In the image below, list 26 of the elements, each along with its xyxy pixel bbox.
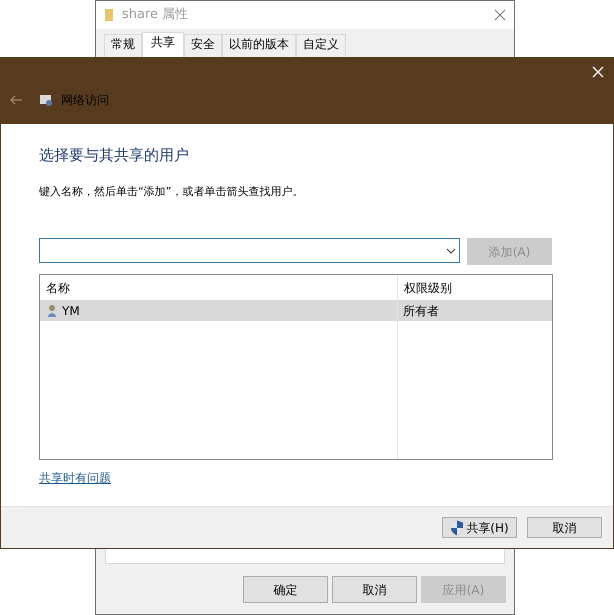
share-button[interactable]: 共享(H) [442, 517, 517, 538]
permission-level: 所有者 [402, 302, 439, 320]
dialog-heading: 选择要与其共享的用户 [39, 145, 190, 166]
tab[interactable]: 安全 [184, 34, 222, 57]
breadcrumb-title: 网络访问 [61, 92, 109, 109]
tab[interactable]: 以前的版本 [222, 34, 296, 57]
tab[interactable]: 自定义 [296, 34, 346, 57]
user-icon [47, 304, 57, 318]
window-title: share 属性 [122, 6, 190, 24]
user-row[interactable]: YM 所有者 [40, 300, 552, 321]
dropdown-caret-icon[interactable] [446, 248, 456, 254]
sharing-help-link[interactable]: 共享时有问题 [39, 469, 111, 487]
tab[interactable]: 常规 [104, 34, 142, 57]
close-icon[interactable] [494, 9, 506, 21]
instruction-text: 键入名称，然后单击“添加”，或者单击箭头查找用户。 [39, 184, 304, 200]
cancel-button[interactable]: 取消 [527, 517, 602, 538]
cancel-button[interactable]: 取消 [332, 576, 417, 603]
shield-icon [450, 520, 464, 536]
back-arrow-icon[interactable] [9, 95, 23, 105]
folder-icon [104, 8, 114, 22]
tab[interactable]: 共享 [142, 32, 184, 57]
column-header[interactable]: 名称 [40, 278, 397, 296]
network-folder-icon [39, 93, 53, 107]
user-combo-field[interactable] [39, 238, 460, 263]
user-name: YM [62, 302, 80, 320]
ok-button[interactable]: 确定 [243, 576, 328, 603]
